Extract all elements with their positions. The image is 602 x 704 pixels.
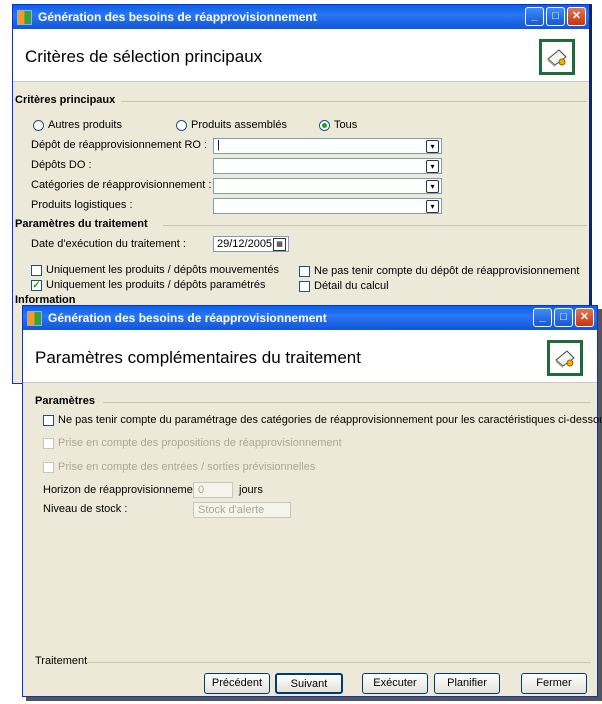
next-button[interactable]: Suivant bbox=[275, 673, 343, 694]
header-panel: Paramètres complémentaires du traitement bbox=[23, 330, 597, 383]
minimize-button[interactable]: _ bbox=[525, 7, 544, 26]
label-execution-date: Date d'exécution du traitement : bbox=[31, 238, 186, 250]
check-calc-detail[interactable]: Détail du calcul bbox=[299, 280, 389, 292]
combo-do-depots[interactable]: ▾ bbox=[213, 158, 442, 174]
group-processing: Traitement bbox=[35, 655, 88, 667]
page-title: Paramètres complémentaires du traitement bbox=[35, 348, 361, 367]
window-title: Génération des besoins de réapprovisionn… bbox=[38, 10, 317, 24]
combo-ro-depot[interactable]: | ▾ bbox=[213, 138, 442, 154]
maximize-button[interactable]: □ bbox=[546, 7, 565, 26]
close-dialog-button[interactable]: Fermer bbox=[521, 673, 587, 694]
chevron-down-icon[interactable]: ▾ bbox=[426, 160, 439, 173]
group-parameters: Paramètres bbox=[35, 395, 95, 407]
radio-other-products[interactable]: Autres produits bbox=[33, 119, 122, 131]
chevron-down-icon[interactable]: ▾ bbox=[426, 140, 439, 153]
group-processing-params: Paramètres du traitement bbox=[15, 218, 148, 230]
divider bbox=[103, 402, 591, 403]
maximize-button[interactable]: □ bbox=[554, 308, 573, 327]
label-do-depots: Dépôts DO : bbox=[31, 159, 92, 171]
divider bbox=[87, 662, 591, 663]
page-title: Critères de sélection principaux bbox=[25, 47, 263, 66]
combo-logistic-products[interactable]: ▾ bbox=[213, 198, 442, 214]
divider bbox=[163, 225, 587, 226]
check-moved-only[interactable]: Uniquement les produits / dépôts mouveme… bbox=[31, 264, 279, 276]
title-bar[interactable]: Génération des besoins de réapprovisionn… bbox=[13, 5, 589, 29]
document-gear-icon bbox=[547, 340, 583, 376]
horizon-input[interactable]: 0 bbox=[193, 482, 233, 498]
chevron-down-icon[interactable]: ▾ bbox=[426, 200, 439, 213]
calendar-icon[interactable]: ▦ bbox=[273, 238, 286, 251]
chevron-down-icon[interactable]: ▾ bbox=[426, 180, 439, 193]
stock-level-select[interactable]: Stock d'alerte bbox=[193, 502, 291, 518]
label-categories: Catégories de réapprovisionnement : bbox=[31, 179, 212, 191]
label-logistic-products: Produits logistiques : bbox=[31, 199, 133, 211]
combo-categories[interactable]: ▾ bbox=[213, 178, 442, 194]
label-ro-depot: Dépôt de réapprovisionnement RO : bbox=[31, 139, 208, 151]
radio-assembled-products[interactable]: Produits assemblés bbox=[176, 119, 287, 131]
window-additional-params: Génération des besoins de réapprovisionn… bbox=[22, 305, 602, 697]
group-main-criteria: Critères principaux bbox=[15, 94, 116, 106]
label-days: jours bbox=[239, 484, 263, 496]
check-configured-only[interactable]: ✓ Uniquement les produits / dépôts paramé… bbox=[31, 279, 266, 291]
label-stock-level: Niveau de stock : bbox=[43, 503, 128, 515]
app-icon bbox=[17, 9, 32, 25]
app-icon bbox=[27, 310, 42, 326]
check-ignore-depot[interactable]: Ne pas tenir compte du dépôt de réapprov… bbox=[299, 265, 579, 277]
title-bar[interactable]: Génération des besoins de réapprovisionn… bbox=[23, 306, 597, 330]
divider bbox=[121, 101, 587, 102]
check-ignore-category-settings[interactable]: Ne pas tenir compte du paramétrage des c… bbox=[43, 414, 602, 426]
check-replenishment-proposals[interactable]: Prise en compte des propositions de réap… bbox=[43, 437, 342, 449]
execution-date-field[interactable]: 29/12/2005 ▦ bbox=[213, 236, 289, 252]
minimize-button[interactable]: _ bbox=[533, 308, 552, 327]
header-panel: Critères de sélection principaux bbox=[13, 29, 589, 82]
execute-button[interactable]: Exécuter bbox=[362, 673, 428, 694]
label-horizon: Horizon de réapprovisionnement : bbox=[43, 484, 209, 496]
radio-all[interactable]: Tous bbox=[319, 119, 357, 131]
previous-button[interactable]: Précédent bbox=[204, 673, 270, 694]
close-button[interactable]: ✕ bbox=[567, 7, 586, 26]
plan-button[interactable]: Planifier bbox=[434, 673, 500, 694]
document-gear-icon bbox=[539, 39, 575, 75]
window-title: Génération des besoins de réapprovisionn… bbox=[48, 311, 327, 325]
close-button[interactable]: ✕ bbox=[575, 308, 594, 327]
check-forecast-entries[interactable]: Prise en compte des entrées / sorties pr… bbox=[43, 461, 315, 473]
